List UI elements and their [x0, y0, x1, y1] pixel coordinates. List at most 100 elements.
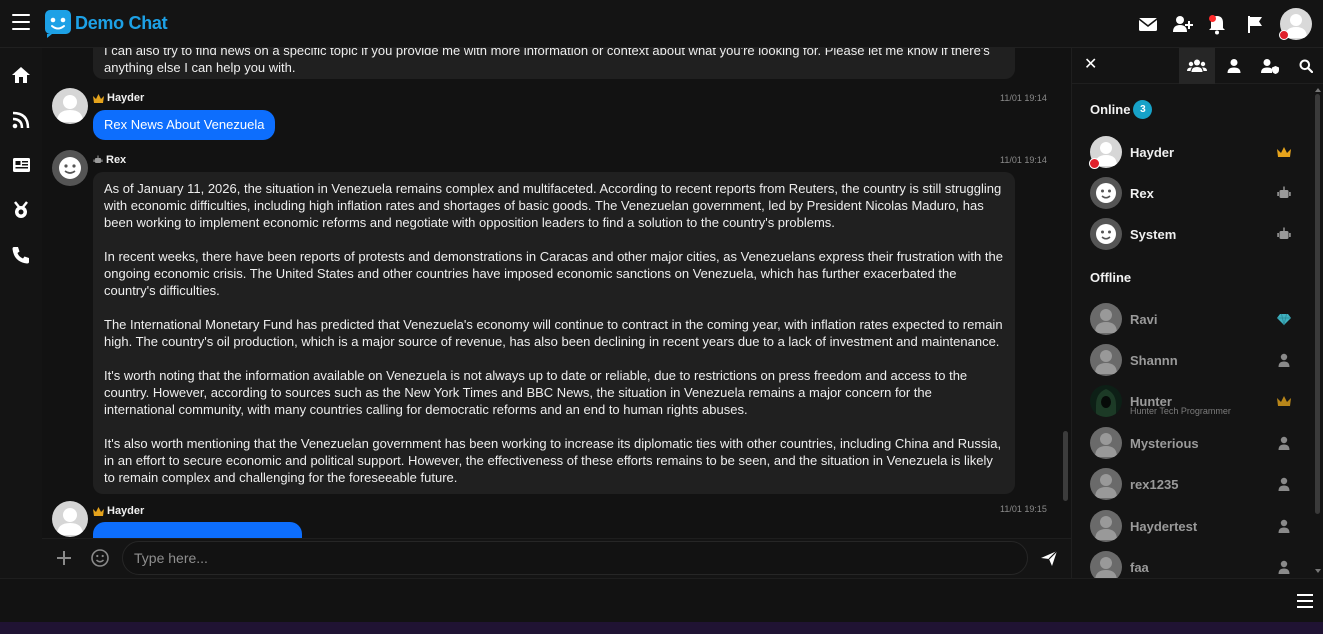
- tab-friends[interactable]: [1216, 48, 1252, 84]
- user-icon: [1278, 519, 1290, 533]
- search-icon: [1299, 59, 1313, 73]
- menu-icon[interactable]: [12, 14, 30, 30]
- plus-icon[interactable]: [54, 548, 74, 568]
- username-text: Hayder: [107, 92, 145, 104]
- message-paragraph: It's worth noting that the information a…: [104, 368, 968, 417]
- user-row[interactable]: Ravi: [1072, 300, 1312, 338]
- user-row[interactable]: Haydertest: [1072, 507, 1312, 545]
- scroll-down-icon[interactable]: [1315, 568, 1321, 574]
- left-nav: [0, 48, 42, 578]
- flag-icon[interactable]: [1244, 13, 1266, 35]
- composer: [42, 538, 1071, 578]
- message-username[interactable]: Hayder: [93, 505, 144, 517]
- user-avatar-icon: [1095, 557, 1117, 578]
- user-avatar-icon: [57, 508, 83, 535]
- phone-icon[interactable]: [10, 244, 32, 266]
- hooded-avatar-icon: [1096, 389, 1116, 417]
- user-name: System: [1130, 227, 1177, 242]
- message-username[interactable]: Hayder: [93, 92, 144, 104]
- user-row[interactable]: System: [1072, 215, 1312, 253]
- diamond-icon: [1277, 313, 1291, 326]
- user-mood: Hunter Tech Programmer: [1130, 406, 1231, 416]
- user-name: Hayder: [1130, 145, 1175, 160]
- robot-icon: [1277, 186, 1291, 198]
- games-icon[interactable]: [10, 199, 32, 221]
- userlist-scrollbar[interactable]: [1315, 94, 1320, 514]
- mail-icon[interactable]: [1137, 13, 1159, 35]
- bot-face-icon: [1096, 183, 1116, 203]
- user-row[interactable]: Rex: [1072, 174, 1312, 212]
- avatar: [1090, 510, 1122, 542]
- bot-face-icon: [59, 157, 81, 179]
- chat-scrollbar[interactable]: [1063, 431, 1068, 501]
- avatar[interactable]: [52, 501, 88, 537]
- user-icon: [1227, 59, 1241, 73]
- message-bubble: As of January 11, 2026, the situation in…: [93, 172, 1015, 494]
- home-icon[interactable]: [10, 64, 32, 86]
- user-avatar-icon: [1095, 309, 1117, 333]
- user-panel: ✕ Online 3 Hayder Rex System Offline Rav…: [1071, 48, 1323, 578]
- user-name: Mysterious: [1130, 436, 1199, 451]
- user-row[interactable]: faa: [1072, 548, 1312, 578]
- message-bubble: Rex News About Venezuela: [93, 110, 276, 140]
- message-paragraph: As of January 11, 2026, the situation in…: [104, 181, 1002, 230]
- user-icon: [1278, 560, 1290, 574]
- avatar: [1090, 385, 1122, 417]
- avatar: [1090, 218, 1122, 250]
- bot-face-icon: [1096, 224, 1116, 244]
- user-name: Shannn: [1130, 353, 1178, 368]
- offline-label: Offline: [1090, 270, 1132, 285]
- emoji-icon[interactable]: [90, 548, 110, 568]
- online-count-badge: 3: [1133, 100, 1153, 119]
- add-friend-icon[interactable]: [1172, 13, 1194, 35]
- message-paragraph: It's also worth mentioning that the Vene…: [104, 436, 1002, 485]
- message-time: 11/01 19:14: [1000, 155, 1047, 165]
- avatar: [1090, 177, 1122, 209]
- taskbar-strip: [0, 622, 1323, 634]
- online-header: Online 3: [1090, 100, 1153, 119]
- user-avatar-icon: [1095, 474, 1117, 498]
- crown-icon: [1277, 396, 1291, 406]
- scroll-up-icon[interactable]: [1315, 87, 1321, 93]
- status-badge: [1279, 30, 1289, 40]
- logo-icon: [45, 10, 71, 38]
- logo[interactable]: Demo Chat: [44, 8, 168, 38]
- message-paragraph: The International Monetary Fund has pred…: [104, 317, 1003, 349]
- app-title: Demo Chat: [75, 12, 168, 33]
- tab-search[interactable]: [1288, 48, 1323, 84]
- message-input[interactable]: [122, 541, 1028, 575]
- user-icon: [1278, 477, 1290, 491]
- user-shield-icon: [1261, 59, 1279, 74]
- message-bubble: I can also try to find news on a specifi…: [93, 48, 1015, 79]
- user-row[interactable]: Hayder: [1072, 133, 1312, 171]
- user-avatar-icon: [57, 95, 83, 122]
- user-name: Rex: [1130, 186, 1154, 201]
- user-row[interactable]: Mysterious: [1072, 424, 1312, 462]
- crown-icon: [93, 506, 104, 516]
- feed-icon[interactable]: [10, 109, 32, 131]
- username-text: Rex: [106, 154, 127, 166]
- news-icon[interactable]: [10, 154, 32, 176]
- tab-users[interactable]: [1179, 48, 1215, 84]
- send-icon[interactable]: [1039, 548, 1059, 568]
- close-icon[interactable]: ✕: [1084, 57, 1100, 73]
- online-label: Online: [1090, 102, 1131, 117]
- robot-icon: [93, 155, 103, 163]
- user-name: Haydertest: [1130, 519, 1198, 534]
- user-row[interactable]: Shannn: [1072, 341, 1312, 379]
- user-name: rex1235: [1130, 477, 1179, 492]
- message-username[interactable]: Rex: [93, 154, 126, 166]
- avatar[interactable]: [52, 150, 88, 186]
- avatar: [1090, 427, 1122, 459]
- tab-staff[interactable]: [1252, 48, 1288, 84]
- crown-icon: [93, 93, 104, 103]
- user-avatar-icon: [1095, 433, 1117, 457]
- user-icon: [1278, 436, 1290, 450]
- user-row[interactable]: Hunter Hunter Tech Programmer: [1072, 382, 1312, 420]
- bottom-bar: [0, 578, 1323, 622]
- avatar[interactable]: [52, 88, 88, 124]
- user-row[interactable]: rex1235: [1072, 465, 1312, 503]
- app-root: Demo Chat I can also try to find news on…: [0, 0, 1323, 634]
- avatar: [1090, 344, 1122, 376]
- menu-icon[interactable]: [1297, 594, 1313, 608]
